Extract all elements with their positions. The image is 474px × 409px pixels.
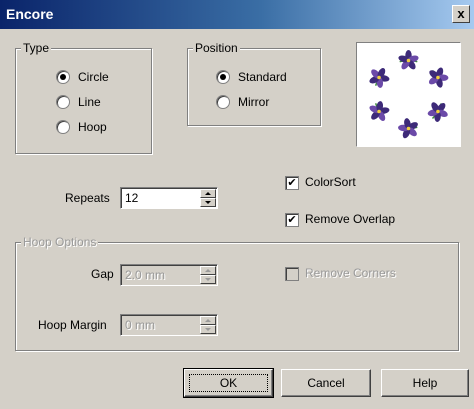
encore-dialog: Encore x Type Circle Line Hoop Position … — [0, 0, 474, 409]
arrow-down-icon — [205, 278, 211, 281]
window-title: Encore — [6, 6, 54, 22]
colorsort-checkbox[interactable]: ✔ — [285, 176, 299, 190]
radio-selected-dot-icon — [220, 74, 226, 80]
type-groupbox: Type Circle Line Hoop — [15, 41, 152, 154]
hoop-margin-spinner[interactable]: 0 mm — [120, 314, 218, 336]
close-button[interactable]: x — [452, 5, 470, 23]
radio-hoop-label: Hoop — [78, 120, 107, 134]
arrow-down-icon — [205, 328, 211, 331]
flower-icon — [369, 68, 390, 88]
colorsort-label[interactable]: ColorSort — [305, 175, 356, 189]
checkmark-icon: ✔ — [287, 214, 297, 226]
position-group-title: Position — [193, 41, 240, 55]
ok-button[interactable]: OK — [183, 368, 274, 398]
flower-icon — [398, 50, 419, 70]
title-bar[interactable]: Encore x — [0, 0, 474, 29]
remove-overlap-checkbox[interactable]: ✔ — [285, 213, 299, 227]
flower-icon — [398, 118, 418, 139]
hoop-margin-value[interactable]: 0 mm — [125, 318, 155, 332]
arrow-up-icon — [205, 192, 211, 195]
gap-value[interactable]: 2.0 mm — [125, 268, 165, 282]
gap-increment-button[interactable] — [200, 266, 216, 275]
radio-selected-dot-icon — [60, 74, 66, 80]
flower-icon — [369, 101, 390, 121]
radio-line-label: Line — [78, 95, 101, 109]
checkmark-icon: ✔ — [287, 177, 297, 189]
gap-spinner[interactable]: 2.0 mm — [120, 264, 218, 286]
radio-standard-label: Standard — [238, 70, 287, 84]
radio-circle-label: Circle — [78, 70, 109, 84]
repeats-label: Repeats — [65, 191, 110, 205]
type-group-title: Type — [21, 41, 52, 55]
radio-hoop-button[interactable] — [56, 120, 70, 134]
position-groupbox: Position Standard Mirror — [187, 41, 321, 126]
radio-line-button[interactable] — [56, 95, 70, 109]
hoop-options-groupbox: Hoop Options — [15, 235, 459, 351]
radio-mirror-label: Mirror — [238, 95, 270, 109]
hoop-margin-label: Hoop Margin — [38, 318, 107, 332]
help-button-label: Help — [412, 376, 438, 390]
flower-icon — [428, 67, 449, 88]
cancel-button-label: Cancel — [307, 376, 345, 390]
repeats-spinner[interactable]: 12 — [120, 187, 218, 209]
flower-wreath-preview-icon — [369, 50, 449, 139]
gap-decrement-button[interactable] — [200, 275, 216, 284]
repeats-increment-button[interactable] — [200, 189, 216, 198]
remove-corners-label[interactable]: Remove Corners — [305, 266, 396, 280]
ok-button-label: OK — [219, 376, 238, 390]
hoop-margin-decrement-button[interactable] — [200, 325, 216, 334]
repeats-value[interactable]: 12 — [125, 191, 138, 205]
design-preview — [356, 42, 461, 147]
radio-mirror-button[interactable] — [216, 95, 230, 109]
radio-standard-button[interactable] — [216, 70, 230, 84]
arrow-down-icon — [205, 201, 211, 204]
flower-icon — [427, 102, 448, 122]
close-icon: x — [457, 6, 465, 21]
hoop-margin-increment-button[interactable] — [200, 316, 216, 325]
gap-label: Gap — [91, 267, 114, 281]
radio-circle-button[interactable] — [56, 70, 70, 84]
gap-spin-buttons — [200, 266, 216, 284]
remove-overlap-label[interactable]: Remove Overlap — [305, 212, 395, 226]
repeats-decrement-button[interactable] — [200, 198, 216, 207]
repeats-spin-buttons — [200, 189, 216, 207]
arrow-up-icon — [205, 319, 211, 322]
hoop-margin-spin-buttons — [200, 316, 216, 334]
help-button[interactable]: Help — [381, 369, 469, 397]
cancel-button[interactable]: Cancel — [281, 369, 371, 397]
arrow-up-icon — [205, 269, 211, 272]
hoop-options-title: Hoop Options — [21, 235, 99, 249]
remove-corners-checkbox[interactable] — [285, 267, 299, 281]
